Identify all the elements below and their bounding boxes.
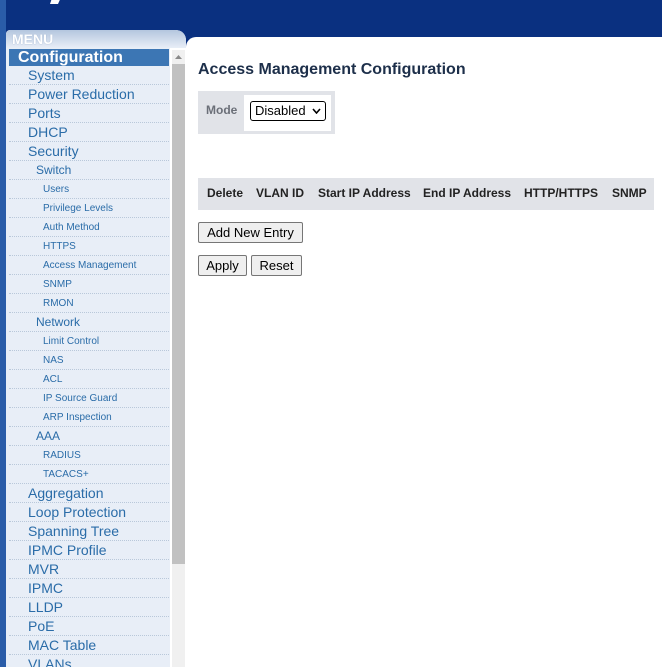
menu-item-dhcp[interactable]: DHCP: [9, 123, 169, 142]
menu-item-system[interactable]: System: [9, 66, 169, 85]
menu-item-https[interactable]: HTTPS: [9, 237, 169, 256]
chevron-down-icon: [312, 108, 321, 114]
menu-item-power-reduction[interactable]: Power Reduction: [9, 85, 169, 104]
brand-logo-fragment: [50, 0, 60, 4]
menu-item-loop-protection[interactable]: Loop Protection: [9, 503, 169, 522]
content-panel: Access Management Configuration Mode Dis…: [186, 37, 662, 667]
scrollbar-thumb[interactable]: [172, 64, 185, 564]
menu-tree: Configuration System Power Reduction Por…: [6, 48, 170, 667]
menu-header-label: MENU: [12, 31, 54, 47]
menu-item-aaa[interactable]: AAA: [9, 427, 169, 446]
reset-button[interactable]: Reset: [251, 255, 302, 276]
menu-item-security[interactable]: Security: [9, 142, 169, 161]
menu-item-network[interactable]: Network: [9, 313, 169, 332]
menu-item-vlans[interactable]: VLANs: [9, 655, 169, 667]
menu-item-ip-source-guard[interactable]: IP Source Guard: [9, 389, 169, 408]
menu-item-auth-method[interactable]: Auth Method: [9, 218, 169, 237]
menu-item-snmp[interactable]: SNMP: [9, 275, 169, 294]
menu-item-users[interactable]: Users: [9, 180, 169, 199]
menu-item-aggregation[interactable]: Aggregation: [9, 484, 169, 503]
menu-item-lldp[interactable]: LLDP: [9, 598, 169, 617]
menu-item-spanning-tree[interactable]: Spanning Tree: [9, 522, 169, 541]
menu-item-mvr[interactable]: MVR: [9, 560, 169, 579]
menu-item-acl[interactable]: ACL: [9, 370, 169, 389]
column-header-start-ip: Start IP Address: [318, 186, 411, 200]
column-header-http-https: HTTP/HTTPS: [524, 186, 598, 200]
menu-item-limit-control[interactable]: Limit Control: [9, 332, 169, 351]
menu-item-mac-table[interactable]: MAC Table: [9, 636, 169, 655]
apply-button[interactable]: Apply: [198, 255, 247, 276]
menu-item-tacacs[interactable]: TACACS+: [9, 465, 169, 484]
add-new-entry-button[interactable]: Add New Entry: [198, 222, 303, 243]
menu-item-poe[interactable]: PoE: [9, 617, 169, 636]
column-header-snmp: SNMP: [612, 186, 647, 200]
menu-item-arp-inspection[interactable]: ARP Inspection: [9, 408, 169, 427]
access-table-header: Delete VLAN ID Start IP Address End IP A…: [198, 178, 654, 210]
mode-select[interactable]: Disabled: [250, 101, 326, 121]
menu-header: MENU: [6, 30, 186, 48]
column-header-vlan-id: VLAN ID: [256, 186, 304, 200]
menu-item-privilege-levels[interactable]: Privilege Levels: [9, 199, 169, 218]
menu-item-ipmc-profile[interactable]: IPMC Profile: [9, 541, 169, 560]
mode-cell: Disabled: [244, 95, 331, 131]
page-title: Access Management Configuration: [198, 61, 466, 78]
menu-item-ipmc[interactable]: IPMC: [9, 579, 169, 598]
column-header-delete: Delete: [207, 186, 244, 200]
menu-item-switch[interactable]: Switch: [9, 161, 169, 180]
menu-item-rmon[interactable]: RMON: [9, 294, 169, 313]
mode-row: Mode Disabled: [198, 91, 335, 134]
menu-item-nas[interactable]: NAS: [9, 351, 169, 370]
menu-item-configuration[interactable]: Configuration: [9, 49, 169, 66]
column-header-end-ip: End IP Address: [423, 186, 512, 200]
menu-item-radius[interactable]: RADIUS: [9, 446, 169, 465]
mode-label: Mode: [206, 103, 238, 117]
menu-scrollbar[interactable]: [172, 50, 185, 667]
menu-panel: MENU Configuration System Power Reductio…: [6, 30, 186, 667]
menu-item-access-management[interactable]: Access Management: [9, 256, 169, 275]
mode-select-value: Disabled: [255, 103, 306, 118]
scroll-up-arrow-icon[interactable]: [174, 50, 183, 64]
menu-item-ports[interactable]: Ports: [9, 104, 169, 123]
